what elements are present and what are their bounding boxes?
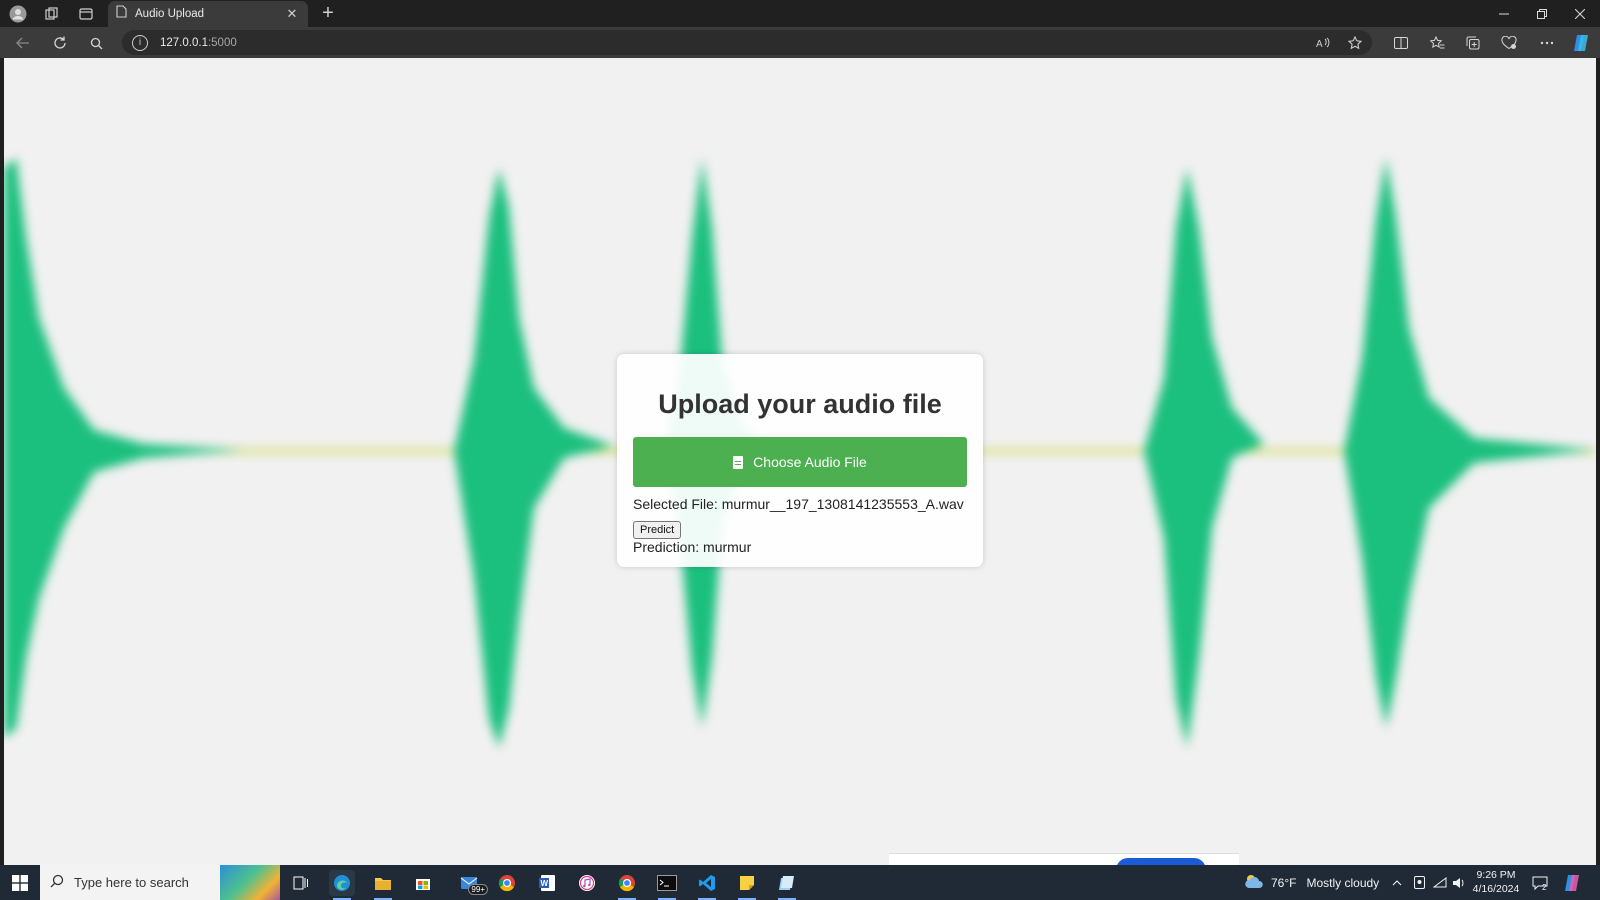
- refresh-icon[interactable]: [47, 31, 73, 55]
- star-icon[interactable]: [1344, 33, 1366, 53]
- address-bar[interactable]: i 127.0.0.1:5000 A: [122, 30, 1372, 55]
- file-icon: [733, 455, 744, 469]
- word-icon[interactable]: W: [534, 870, 560, 896]
- minimize-icon[interactable]: [1485, 0, 1523, 27]
- restore-icon[interactable]: [1523, 0, 1561, 27]
- tab-audio-upload[interactable]: Audio Upload ✕: [108, 1, 308, 27]
- taskbar-search-box[interactable]: Type here to search: [40, 865, 280, 900]
- copilot-icon[interactable]: [1568, 31, 1594, 55]
- chevron-up-icon[interactable]: [1392, 865, 1402, 900]
- back-arrow-icon[interactable]: [10, 31, 36, 55]
- info-icon[interactable]: i: [132, 34, 148, 51]
- windows-start-icon[interactable]: [0, 865, 40, 900]
- choose-audio-file-label: Choose Audio File: [753, 454, 867, 470]
- weather-widget[interactable]: 76°F Mostly cloudy: [1243, 865, 1379, 900]
- close-tab-icon[interactable]: ✕: [284, 6, 300, 22]
- file-explorer-icon[interactable]: [370, 870, 396, 900]
- collections-icon[interactable]: [1460, 31, 1486, 55]
- windows-taskbar: Type here to search 99+ W 76°F Mostly cl…: [0, 865, 1600, 900]
- system-clock[interactable]: 9:26 PM 4/16/2024: [1468, 868, 1524, 896]
- page-icon: [116, 5, 127, 23]
- clock-time: 9:26 PM: [1476, 869, 1516, 881]
- page-viewport: Upload your audio file Choose Audio File…: [4, 58, 1596, 865]
- copilot-taskbar-icon[interactable]: [1562, 865, 1582, 900]
- favorites-icon[interactable]: [1424, 31, 1450, 55]
- prediction-result: Prediction: murmur: [633, 539, 752, 555]
- choose-audio-file-button[interactable]: Choose Audio File: [633, 437, 967, 487]
- itunes-icon[interactable]: [574, 870, 600, 896]
- profile-icon[interactable]: [6, 3, 30, 25]
- upload-card: Upload your audio file Choose Audio File…: [617, 354, 983, 567]
- meet-now-icon[interactable]: [1414, 865, 1425, 900]
- weather-condition: Mostly cloudy: [1306, 875, 1380, 890]
- search-highlight-image: [220, 865, 280, 900]
- extensions-icon[interactable]: [1496, 31, 1522, 55]
- vscode-icon[interactable]: [694, 870, 720, 900]
- page-title: Upload your audio file: [658, 389, 942, 419]
- more-icon[interactable]: [1534, 31, 1560, 55]
- mail-badge: 99+: [468, 884, 488, 895]
- close-window-icon[interactable]: [1561, 0, 1599, 27]
- new-tab-button[interactable]: +: [317, 2, 339, 25]
- cloudy-weather-icon: [1243, 872, 1265, 893]
- notification-count: 2: [1542, 883, 1547, 892]
- selected-file-text: Selected File: murmur__197_1308141235553…: [633, 496, 964, 512]
- svg-text:A: A: [1316, 39, 1323, 49]
- clock-date: 4/16/2024: [1472, 883, 1520, 895]
- notifications-icon[interactable]: 2: [1532, 865, 1548, 900]
- chrome-icon[interactable]: [494, 870, 520, 896]
- browser-toolbar: i 127.0.0.1:5000 A: [0, 27, 1600, 58]
- edge-browser-icon[interactable]: [329, 870, 355, 900]
- partial-button-bottom[interactable]: [1116, 858, 1206, 865]
- search-icon: [50, 874, 64, 891]
- volume-icon[interactable]: [1452, 865, 1466, 900]
- url-port: :5000: [207, 36, 237, 49]
- mail-icon[interactable]: 99+: [452, 870, 488, 896]
- read-aloud-icon[interactable]: A: [1312, 33, 1334, 53]
- taskbar-search-placeholder: Type here to search: [74, 875, 189, 890]
- sticky-notes-icon[interactable]: [734, 870, 760, 900]
- tab-actions-icon[interactable]: [74, 3, 98, 25]
- workspaces-icon[interactable]: [40, 3, 64, 25]
- url-text: 127.0.0.1:5000: [160, 37, 237, 49]
- search-icon[interactable]: [83, 31, 109, 55]
- chrome-profile-icon[interactable]: [614, 870, 640, 900]
- split-screen-icon[interactable]: [1388, 31, 1414, 55]
- url-host: 127.0.0.1: [160, 36, 208, 49]
- svg-text:W: W: [541, 879, 549, 888]
- task-view-icon[interactable]: [288, 870, 314, 896]
- terminal-icon[interactable]: [654, 870, 680, 900]
- notepad-icon[interactable]: [774, 870, 800, 900]
- microsoft-store-icon[interactable]: [410, 870, 436, 896]
- tab-title: Audio Upload: [135, 8, 205, 20]
- browser-title-bar: Audio Upload ✕ +: [0, 0, 1600, 27]
- predict-button[interactable]: Predict: [633, 521, 682, 539]
- wifi-icon[interactable]: [1433, 865, 1447, 900]
- weather-temperature: 76°F: [1271, 875, 1297, 890]
